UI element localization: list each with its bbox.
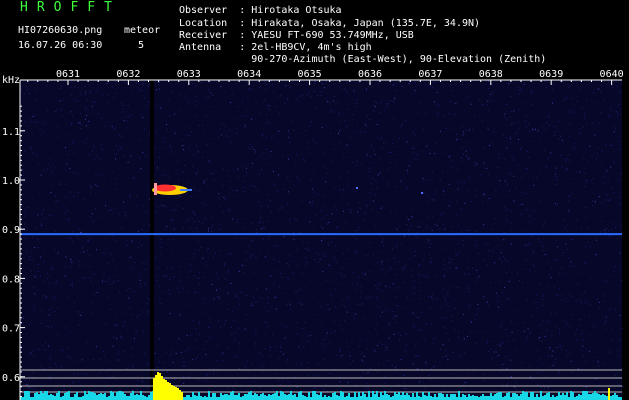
- time-tick-label: 0631: [56, 69, 80, 80]
- time-tick-label: 0634: [237, 69, 261, 80]
- freq-unit-label: kHz: [2, 75, 20, 86]
- meteor-echo-head: [154, 183, 157, 195]
- time-tick-label: 0635: [298, 69, 322, 80]
- meteor-burst-bar: [179, 390, 181, 400]
- time-tick-label: 0637: [418, 69, 442, 80]
- time-tick-label: 0633: [177, 69, 201, 80]
- time-tick-label: 0640: [600, 69, 624, 80]
- freq-tick-label: 0.7: [2, 324, 20, 335]
- meteor-burst-bar: [171, 385, 173, 400]
- freq-tick-label: 1.0: [2, 176, 20, 187]
- time-tick-label: 0632: [116, 69, 140, 80]
- meteor-burst-bar: [153, 378, 155, 400]
- meteor-burst-bar: [157, 372, 159, 400]
- time-tick-label: 0639: [539, 69, 563, 80]
- noise-background: [20, 80, 622, 400]
- meteor-burst-bar: [161, 376, 163, 400]
- spectrogram: 0631 0632 0633 0634 0635 0636 0637 0638 0639 0640…: [2, 69, 624, 400]
- meteor-burst-bar: [175, 387, 177, 400]
- echo-dot: [356, 187, 358, 189]
- meteor-burst-bar: [177, 388, 179, 400]
- meteor-echo-core: [154, 184, 176, 192]
- freq-tick-label: 0.9: [2, 225, 20, 236]
- meteor-burst-bar: [608, 388, 610, 400]
- meteor-burst-bar: [163, 379, 165, 400]
- carrier-line: [20, 233, 622, 236]
- freq-tick-label: 0.8: [2, 274, 20, 285]
- freq-tick-label: 1.1: [2, 127, 20, 138]
- freq-tick-label: 0.6: [2, 373, 20, 384]
- meteor-burst-bar: [167, 382, 169, 400]
- data-gap: [150, 80, 154, 400]
- time-tick-label: 0638: [479, 69, 503, 80]
- meteor-burst-bar: [169, 383, 171, 400]
- activity-bars: [20, 391, 622, 400]
- meteor-burst-bar: [155, 375, 157, 400]
- meteor-echo-tail: [180, 189, 192, 191]
- meteor-burst-bar: [181, 392, 183, 400]
- meteor-burst-bar: [173, 386, 175, 400]
- meteor-burst-bar: [159, 373, 161, 400]
- echo-dot: [421, 192, 423, 194]
- meteor-burst-bar: [165, 380, 167, 400]
- time-tick-label: 0636: [358, 69, 382, 80]
